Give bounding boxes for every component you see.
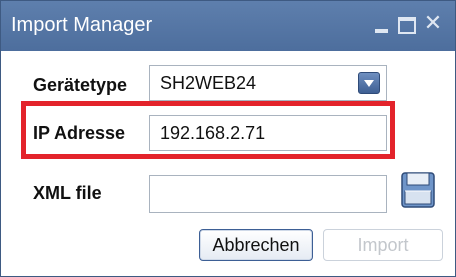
- minimize-icon: [375, 29, 388, 33]
- title-bar[interactable]: Import Manager ✕: [1, 1, 455, 51]
- device-type-label: Gerätetype: [33, 75, 128, 95]
- import-manager-window: Import Manager ✕ Gerätetype SH2WEB24 IP …: [0, 0, 456, 277]
- chevron-down-icon[interactable]: [358, 72, 380, 94]
- window-title: Import Manager: [11, 14, 153, 36]
- ip-address-value: 192.168.2.71: [160, 123, 266, 143]
- close-button[interactable]: ✕: [419, 9, 447, 39]
- minimize-button[interactable]: [367, 9, 395, 39]
- file-browse-button[interactable]: [401, 169, 435, 209]
- folder-icon: [401, 172, 435, 208]
- maximize-icon: [398, 17, 416, 34]
- xml-file-input[interactable]: [149, 175, 387, 213]
- ip-address-label: IP Adresse: [33, 123, 126, 143]
- ip-address-input[interactable]: 192.168.2.71: [149, 115, 387, 151]
- import-button[interactable]: Import: [323, 229, 443, 261]
- device-type-value: SH2WEB24: [160, 73, 257, 93]
- xml-file-label: XML file: [33, 183, 102, 203]
- cancel-button[interactable]: Abbrechen: [199, 229, 313, 261]
- device-type-select[interactable]: SH2WEB24: [149, 65, 387, 101]
- maximize-button[interactable]: [393, 9, 421, 39]
- dialog-body: Gerätetype SH2WEB24 IP Adresse 192.168.2…: [1, 51, 455, 276]
